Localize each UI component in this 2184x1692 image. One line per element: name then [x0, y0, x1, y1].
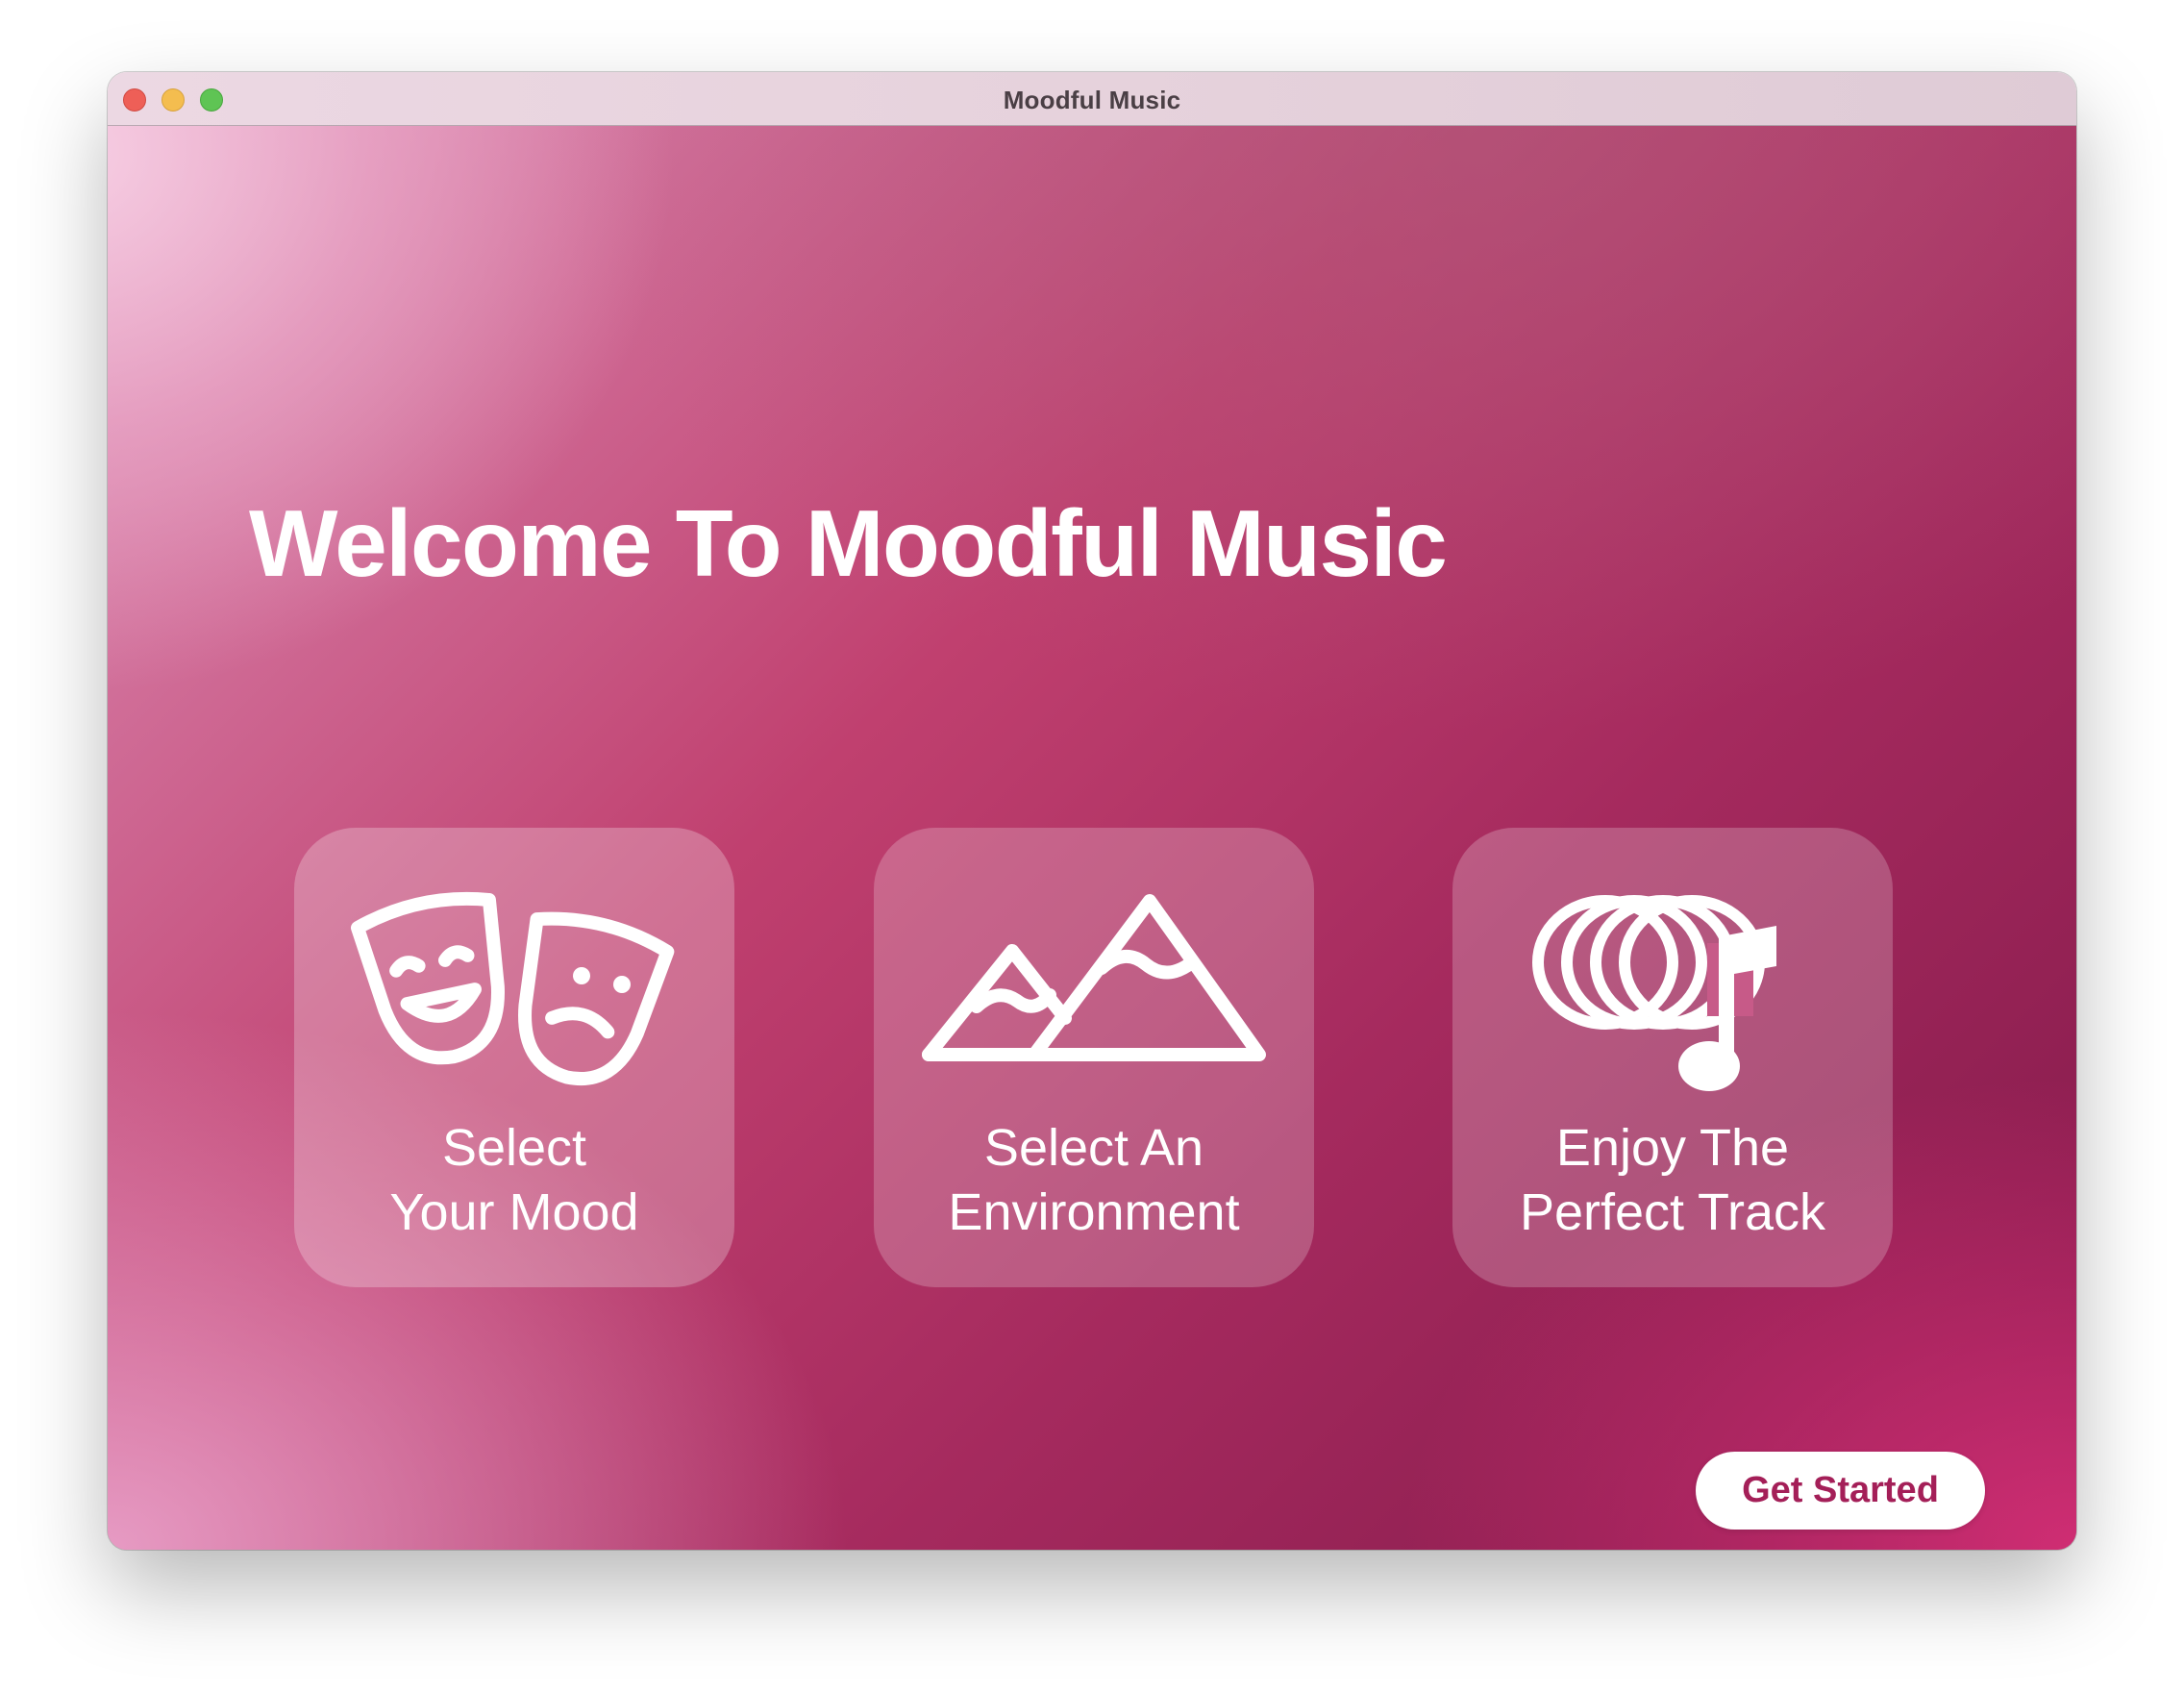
card-select-mood: Select Your Mood — [294, 828, 734, 1287]
card-perfect-track: Enjoy The Perfect Track — [1452, 828, 1893, 1287]
card-label: Enjoy The Perfect Track — [1519, 1119, 1826, 1241]
get-started-button[interactable]: Get Started — [1696, 1452, 1985, 1530]
window-title: Moodful Music — [1003, 86, 1181, 114]
card-select-environment: Select An Environment — [874, 828, 1314, 1287]
surround-music-note-icon — [1532, 895, 1776, 1091]
welcome-screen: Welcome To Moodful Music Select Your Moo… — [108, 126, 2076, 1550]
theater-masks-icon — [350, 891, 675, 1086]
app-window: Moodful Music Welcome To Moodful Music S… — [108, 72, 2076, 1550]
card-label: Select An Environment — [948, 1119, 1240, 1241]
page-title: Welcome To Moodful Music — [249, 490, 1448, 596]
mountains-icon — [922, 894, 1266, 1061]
card-label: Select Your Mood — [389, 1119, 639, 1241]
title-bar[interactable]: Moodful Music — [108, 72, 2076, 126]
